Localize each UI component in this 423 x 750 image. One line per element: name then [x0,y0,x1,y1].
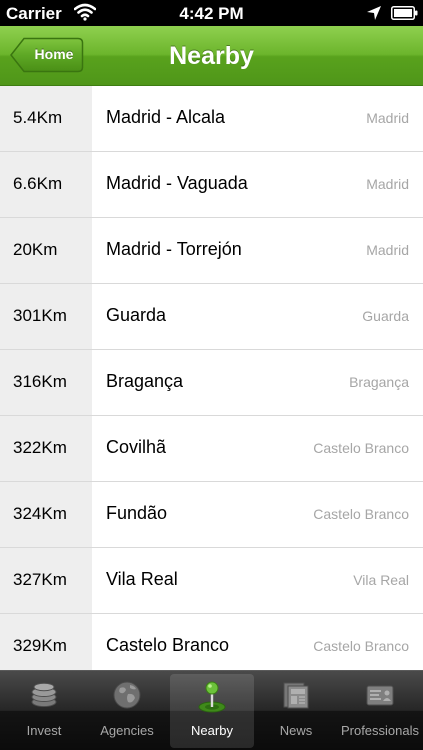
distance-label: 316Km [13,372,67,391]
distance-cell: 327Km [0,548,92,613]
distance-cell: 322Km [0,416,92,481]
tab-label: Nearby [191,723,233,738]
list-item[interactable]: 324Km Fundão Castelo Branco [0,482,423,548]
list-item[interactable]: 327Km Vila Real Vila Real [0,548,423,614]
distance-label: 6.6Km [13,174,63,193]
region-label: Madrid [366,110,409,126]
list-item[interactable]: 5.4Km Madrid - Alcala Madrid [0,86,423,152]
location-name: Castelo Branco [106,635,230,655]
location-name: Madrid - Vaguada [106,173,248,193]
distance-label: 5.4Km [13,108,63,127]
list-item[interactable]: 301Km Guarda Guarda [0,284,423,350]
list-item[interactable]: 6.6Km Madrid - Vaguada Madrid [0,152,423,218]
location-name: Fundão [106,503,168,523]
region-label: Guarda [362,308,409,324]
globe-icon [112,680,142,710]
navigation-bar: Home Nearby [0,26,423,86]
location-name: Covilhã [106,437,167,457]
tab-invest[interactable]: Invest [2,671,86,750]
region-label: Vila Real [353,572,409,588]
tab-label: News [279,723,313,738]
distance-label: 322Km [13,438,67,457]
list-item[interactable]: 20Km Madrid - Torrejón Madrid [0,218,423,284]
list-item[interactable]: 322Km Covilhã Castelo Branco [0,416,423,482]
location-icon [366,5,382,26]
distance-label: 301Km [13,306,67,325]
page-title: Nearby [169,42,254,70]
region-label: Madrid [366,242,409,258]
distance-cell: 5.4Km [0,86,92,151]
distance-label: 324Km [13,504,67,523]
distance-cell: 20Km [0,218,92,283]
clock: 4:42 PM [179,4,244,23]
location-name: Bragança [106,371,184,391]
battery-icon [391,6,418,25]
region-label: Castelo Branco [313,440,409,456]
location-name: Madrid - Alcala [106,107,226,127]
nearby-list[interactable]: 5.4Km Madrid - Alcala Madrid 6.6Km Madri… [0,86,423,670]
location-name: Madrid - Torrejón [106,239,242,259]
location-pin-icon [197,680,227,713]
id-card-icon [365,680,395,710]
distance-cell: 324Km [0,482,92,547]
tab-news[interactable]: News [254,671,338,750]
tab-label: Professionals [340,723,420,738]
list-item[interactable]: 329Km Castelo Branco Castelo Branco [0,614,423,670]
tab-agencies[interactable]: Agencies [85,671,169,750]
location-name: Vila Real [106,569,178,589]
region-label: Madrid [366,176,409,192]
distance-cell: 6.6Km [0,152,92,217]
screen: Carrier 4:42 PM Home Nearby 5.4Km Madrid… [0,0,423,750]
distance-label: 329Km [13,636,67,655]
list-item[interactable]: 316Km Bragança Bragança [0,350,423,416]
distance-label: 20Km [13,240,58,259]
tab-label: Agencies [100,723,154,738]
distance-cell: 316Km [0,350,92,415]
newspaper-icon [281,680,311,710]
region-label: Castelo Branco [313,638,409,654]
tab-bar: Invest Agencies Nearby News Professional… [0,670,423,750]
coins-icon [29,680,59,710]
region-label: Bragança [349,374,409,390]
status-bar: Carrier 4:42 PM [0,0,423,26]
distance-label: 327Km [13,570,67,589]
location-name: Guarda [106,305,167,325]
distance-cell: 301Km [0,284,92,349]
region-label: Castelo Branco [313,506,409,522]
distance-cell: 329Km [0,614,92,670]
tab-professionals[interactable]: Professionals [338,671,422,750]
tab-nearby[interactable]: Nearby [170,674,254,748]
